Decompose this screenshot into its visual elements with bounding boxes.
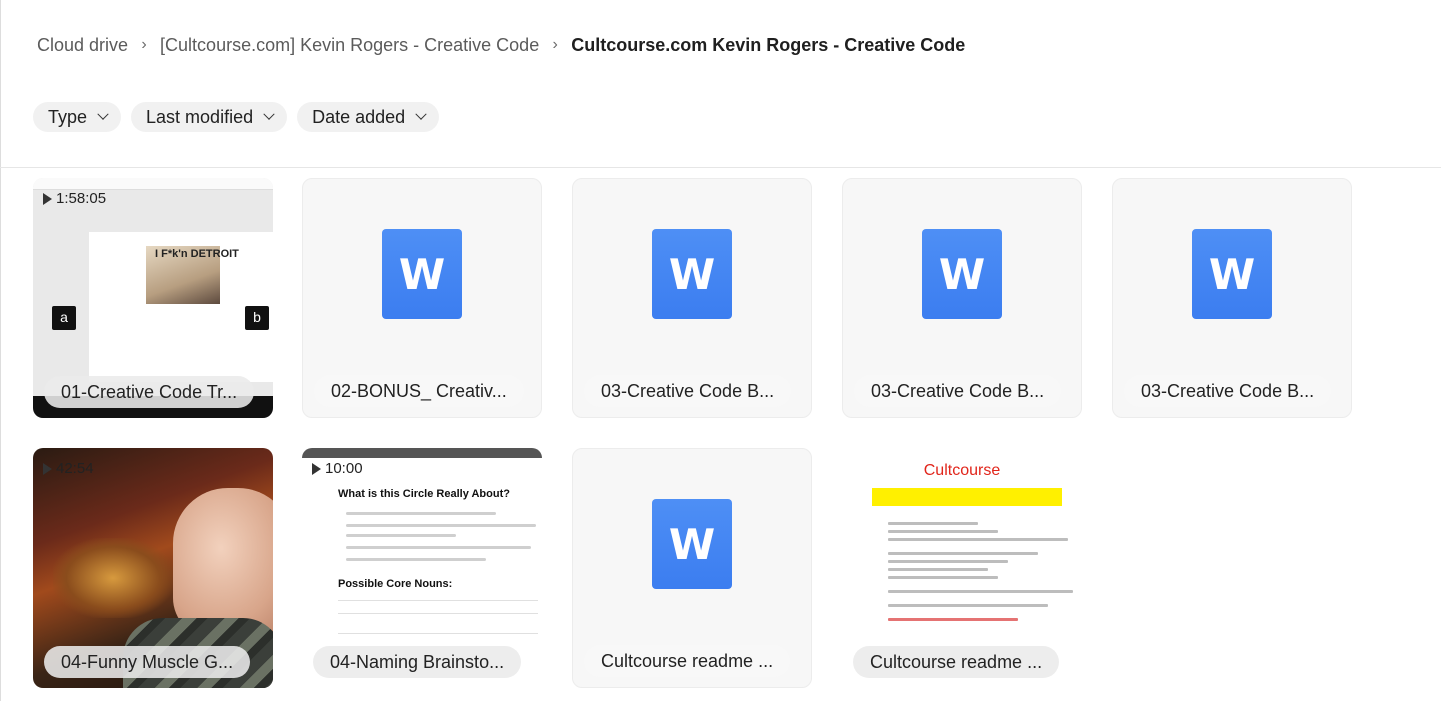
- duration-text: 1:58:05: [56, 190, 107, 207]
- chevron-right-icon: ›: [141, 36, 147, 53]
- chevron-down-icon: [415, 108, 427, 120]
- filter-bar: Type Last modified Date added: [33, 102, 440, 132]
- doc-line: [346, 546, 531, 549]
- thumbnail-browser-bar: [33, 178, 273, 190]
- readme-highlight: [872, 488, 1062, 506]
- file-name: 04-Naming Brainsto...: [313, 646, 522, 678]
- breadcrumb-item-cloud-drive[interactable]: Cloud drive: [37, 35, 128, 56]
- filter-type-dropdown[interactable]: Type: [33, 102, 122, 132]
- video-duration: 42:54: [43, 460, 94, 477]
- word-doc-icon: W: [652, 229, 732, 319]
- doc-table-line: [338, 600, 538, 601]
- file-card-word-02[interactable]: W 02-BONUS_ Creativ...: [302, 178, 542, 418]
- thumbnail-photo-text: I F*k'n DETROIT: [155, 248, 239, 260]
- thumbnail-face: [173, 488, 273, 638]
- thumbnail-stage: [53, 538, 173, 618]
- doc-table-line: [338, 633, 538, 634]
- file-card-word-03a[interactable]: W 03-Creative Code B...: [572, 178, 812, 418]
- doc-heading: What is this Circle Really About?: [338, 488, 510, 500]
- file-name: 02-BONUS_ Creativ...: [314, 375, 524, 407]
- breadcrumb-current-folder: Cultcourse.com Kevin Rogers - Creative C…: [571, 34, 966, 55]
- filter-type-label: Type: [48, 106, 88, 127]
- readme-line: [888, 530, 998, 533]
- play-icon: [43, 462, 52, 475]
- readme-line: [888, 568, 988, 571]
- readme-title: Cultcourse: [923, 462, 1001, 479]
- readme-line: [888, 604, 1048, 607]
- doc-line: [346, 558, 486, 561]
- file-card-video-04-funny[interactable]: 42:54 04-Funny Muscle G...: [33, 448, 273, 688]
- file-name: 03-Creative Code B...: [854, 375, 1062, 407]
- file-name: Cultcourse readme ...: [853, 646, 1060, 678]
- duration-text: 42:54: [56, 460, 94, 477]
- play-icon: [312, 462, 321, 475]
- chevron-down-icon: [97, 108, 109, 120]
- readme-line: [888, 576, 998, 579]
- header-divider: [0, 167, 1441, 168]
- left-border: [0, 0, 1, 701]
- file-card-video-01[interactable]: I F*k'n DETROIT a b 1:58:05 01-Creative …: [33, 178, 273, 418]
- file-name: Cultcourse readme ...: [584, 645, 791, 677]
- word-doc-icon: W: [1192, 229, 1272, 319]
- breadcrumb: Cloud drive › [Cultcourse.com] Kevin Rog…: [37, 34, 965, 56]
- duration-text: 10:00: [325, 460, 363, 477]
- doc-line: [346, 512, 496, 515]
- file-card-word-03c[interactable]: W 03-Creative Code B...: [1112, 178, 1352, 418]
- word-doc-icon: W: [922, 229, 1002, 319]
- chevron-right-icon: ›: [552, 36, 558, 53]
- video-duration: 10:00: [312, 460, 363, 477]
- doc-line: [346, 534, 456, 537]
- avatar: a: [52, 306, 76, 330]
- filter-last-modified-dropdown[interactable]: Last modified: [131, 102, 288, 132]
- file-card-video-04-naming[interactable]: What is this Circle Really About? Possib…: [302, 448, 542, 688]
- readme-line: [888, 590, 1073, 593]
- readme-line: [888, 522, 978, 525]
- filter-date-added-label: Date added: [312, 106, 406, 127]
- file-card-word-readme[interactable]: W Cultcourse readme ...: [572, 448, 812, 688]
- doc-heading: Possible Core Nouns:: [338, 578, 453, 590]
- doc-table-line: [338, 613, 538, 614]
- word-doc-icon: W: [652, 499, 732, 589]
- breadcrumb-item-parent-folder[interactable]: [Cultcourse.com] Kevin Rogers - Creative…: [160, 35, 539, 56]
- readme-line: [888, 538, 1068, 541]
- avatar: b: [245, 306, 269, 330]
- file-name: 01-Creative Code Tr...: [44, 376, 255, 408]
- chevron-down-icon: [263, 108, 275, 120]
- readme-line: [888, 560, 1008, 563]
- thumbnail-top-strip: [302, 448, 542, 458]
- filter-date-added-dropdown[interactable]: Date added: [297, 102, 440, 132]
- readme-line: [888, 552, 1038, 555]
- file-card-word-03b[interactable]: W 03-Creative Code B...: [842, 178, 1082, 418]
- file-name: 04-Funny Muscle G...: [44, 646, 251, 678]
- file-name: 03-Creative Code B...: [1124, 375, 1332, 407]
- readme-line: [888, 618, 1018, 621]
- doc-line: [346, 524, 536, 527]
- file-name: 03-Creative Code B...: [584, 375, 792, 407]
- word-doc-icon: W: [382, 229, 462, 319]
- filter-last-modified-label: Last modified: [146, 106, 254, 127]
- play-icon: [43, 192, 52, 205]
- file-card-readme-preview[interactable]: Cultcourse Cultcourse readme ...: [842, 448, 1082, 688]
- video-duration: 1:58:05: [43, 190, 106, 207]
